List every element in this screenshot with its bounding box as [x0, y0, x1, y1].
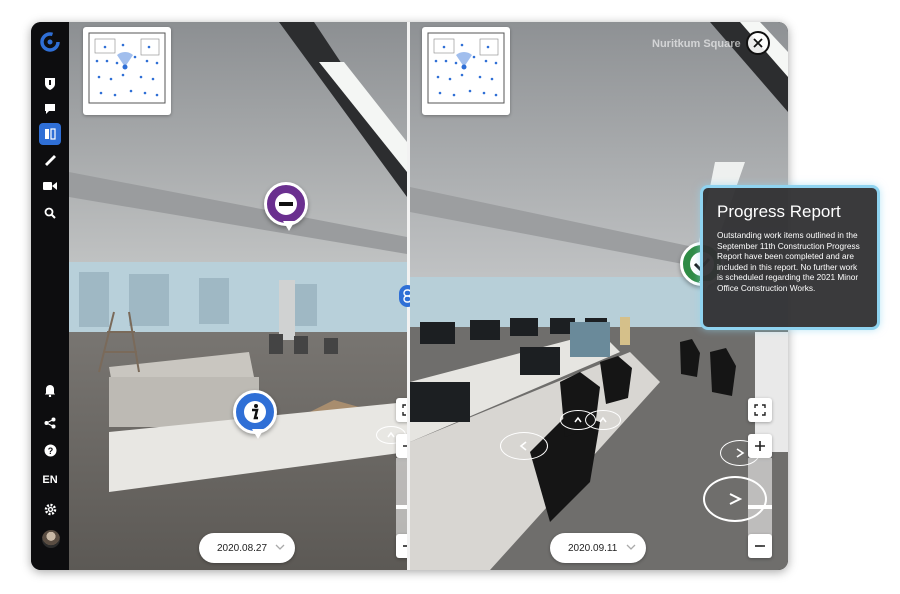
zoom-out-button-left[interactable] — [396, 534, 407, 558]
zoom-slider-left[interactable] — [396, 458, 407, 538]
minus-marker[interactable] — [264, 182, 308, 231]
minimap-left[interactable] — [83, 27, 171, 115]
date-selector-right[interactable]: 2020.09.11 — [550, 533, 646, 563]
zoom-slider-right[interactable] — [748, 458, 772, 538]
ruler-icon[interactable] — [39, 149, 61, 171]
minus-icon — [275, 193, 297, 215]
zoom-slider-thumb[interactable] — [396, 505, 407, 509]
floorplan-icon — [427, 32, 505, 104]
sidebar: ? EN — [31, 22, 69, 570]
project-watermark: Nuritkum Square — [652, 38, 741, 50]
zoom-in-button-right[interactable] — [748, 434, 772, 458]
floorplan-icon — [88, 32, 166, 104]
compare-icon[interactable] — [39, 123, 61, 145]
zoom-out-button-right[interactable] — [748, 534, 772, 558]
left-panorama[interactable]: 2020.08.27 — [69, 22, 407, 570]
fullscreen-button-left[interactable] — [396, 398, 407, 422]
avatar[interactable] — [42, 530, 60, 548]
close-button[interactable] — [746, 31, 770, 55]
help-icon[interactable]: ? — [39, 439, 61, 461]
nav-arrow-left[interactable] — [500, 432, 548, 460]
minus-zoom-icon — [755, 545, 765, 547]
plus-icon — [755, 441, 765, 451]
progress-report-card[interactable]: Progress Report Outstanding work items o… — [700, 185, 880, 330]
zoom-slider-thumb[interactable] — [748, 505, 772, 509]
report-title: Progress Report — [717, 202, 841, 221]
minimap-right[interactable] — [422, 27, 510, 115]
language-selector[interactable]: EN — [39, 469, 61, 491]
app-logo[interactable] — [38, 30, 62, 54]
fullscreen-icon — [754, 404, 766, 416]
info-marker[interactable] — [233, 390, 277, 439]
search-icon[interactable] — [39, 202, 61, 224]
bell-icon[interactable] — [39, 379, 61, 401]
zoom-in-button-left[interactable] — [396, 434, 407, 458]
chevron-down-icon — [275, 544, 285, 550]
fullscreen-button-right[interactable] — [748, 398, 772, 422]
viewer-window: ? EN 2020.08.27 Nuritkum Square 2020.09.… — [31, 22, 788, 570]
chevron-down-icon — [626, 544, 636, 550]
date-label-left: 2020.08.27 — [217, 542, 268, 554]
nav-arrow-forward-2[interactable] — [585, 410, 621, 430]
shield-icon[interactable] — [39, 72, 61, 94]
comment-icon[interactable] — [39, 98, 61, 120]
share-icon[interactable] — [39, 412, 61, 434]
date-selector-left[interactable]: 2020.08.27 — [199, 533, 295, 563]
report-body: Outstanding work items outlined in the S… — [717, 230, 860, 293]
svg-text:?: ? — [47, 446, 53, 456]
video-icon[interactable] — [39, 175, 61, 197]
close-icon — [753, 38, 763, 48]
date-label-right: 2020.09.11 — [568, 542, 618, 554]
info-icon — [244, 401, 266, 423]
gear-icon[interactable] — [39, 498, 61, 520]
